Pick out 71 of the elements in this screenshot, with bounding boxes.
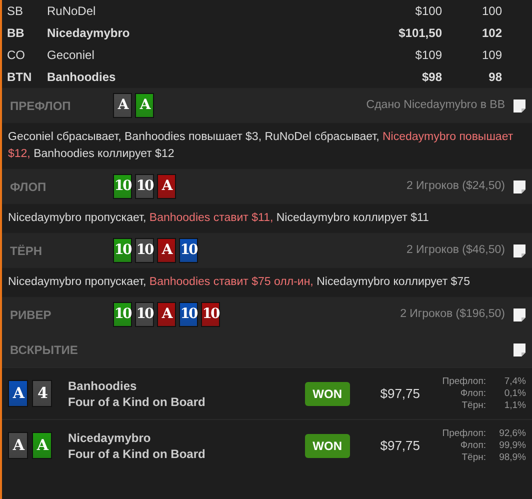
player-stack: $101,50 xyxy=(398,25,442,42)
note-icon[interactable] xyxy=(513,180,526,194)
street-title: ТЁРН xyxy=(10,242,44,260)
action-text: Nicedaymybro пропускает, Banhoodies ставит $75 олл-ин, Nicedaymybro коллирует $75 xyxy=(8,276,470,288)
player-position: CO xyxy=(7,47,26,64)
equity-value: 92,6% xyxy=(498,428,526,440)
equity-label: Флоп: xyxy=(459,440,486,452)
note-icon[interactable] xyxy=(513,342,526,356)
win-amount: $97,75 xyxy=(379,384,420,403)
playing-card: A xyxy=(157,302,176,327)
player-stack: $109 xyxy=(414,47,442,64)
hand-description: Four of a Kind on Board xyxy=(68,446,206,462)
playing-card: 10 xyxy=(135,238,154,263)
equity-value: 7,4% xyxy=(503,376,526,388)
win-amount: $97,75 xyxy=(379,436,420,455)
result-label: WON xyxy=(304,382,350,406)
street-title: ПРЕФЛОП xyxy=(10,98,72,114)
equity-label: Префлоп: xyxy=(441,376,486,388)
note-icon[interactable] xyxy=(513,308,526,322)
player-name: Banhoodies xyxy=(47,69,117,86)
player-name: RuNoDel xyxy=(47,3,97,20)
playing-card: 10 xyxy=(179,302,198,327)
result-label: WON xyxy=(304,434,350,458)
playing-card: 4 xyxy=(32,380,52,407)
playing-card: 10 xyxy=(201,302,220,327)
playing-card: A xyxy=(113,93,132,118)
street-title: ВСКРЫТИЕ xyxy=(10,342,79,358)
equity-value: 0,1% xyxy=(503,388,526,400)
equity-value: 99,9% xyxy=(498,440,526,452)
player-name: Banhoodies xyxy=(68,378,138,394)
player-position: BB xyxy=(7,25,26,42)
playing-card: 10 xyxy=(135,174,154,199)
playing-card: 10 xyxy=(135,302,154,327)
player-stack: $98 xyxy=(420,69,442,86)
equity-value: 1,1% xyxy=(503,400,526,412)
street-info: 2 Игроков ($196,50) xyxy=(400,306,505,322)
playing-card: A xyxy=(135,93,154,118)
note-icon[interactable] xyxy=(513,244,526,258)
playing-card: A xyxy=(8,432,28,459)
note-icon[interactable] xyxy=(513,98,526,112)
equity-label: Префлоп: xyxy=(441,428,486,440)
street-title: ФЛОП xyxy=(10,178,48,196)
player-position: SB xyxy=(7,3,24,20)
playing-card: 10 xyxy=(179,238,198,263)
street-title: РИВЕР xyxy=(10,306,52,324)
player-big-blinds: 98 xyxy=(488,69,502,86)
player-stack: $100 xyxy=(414,3,442,20)
player-name: Nicedaymybro xyxy=(47,25,131,42)
equity-label: Тёрн: xyxy=(460,400,486,412)
player-name: Geconiel xyxy=(47,47,96,64)
equity-label: Флоп: xyxy=(459,388,486,400)
playing-card: A xyxy=(157,174,176,199)
playing-card: 10 xyxy=(113,302,132,327)
playing-card: 10 xyxy=(113,174,132,199)
equity-label: Тёрн: xyxy=(460,452,486,464)
player-name: Nicedaymybro xyxy=(68,430,152,446)
street-info: 2 Игроков ($46,50) xyxy=(406,242,505,258)
playing-card: A xyxy=(157,238,176,263)
street-info: 2 Игроков ($24,50) xyxy=(406,178,505,194)
hand-description: Four of a Kind on Board xyxy=(68,394,206,410)
playing-card: A xyxy=(8,380,28,407)
playing-card: A xyxy=(32,432,52,459)
player-big-blinds: 109 xyxy=(480,47,502,64)
action-text: Geconiel сбрасывает, Banhoodies повышает $3, RuNoDel сбрасывает, Nicedaymybro повышает $12, Banhoodies коллирует $12 xyxy=(8,131,514,160)
player-big-blinds: 100 xyxy=(480,3,502,20)
equity-value: 98,9% xyxy=(498,452,526,464)
player-position: BTN xyxy=(7,69,33,86)
player-big-blinds: 102 xyxy=(480,25,502,42)
playing-card: 10 xyxy=(113,238,132,263)
action-text: Nicedaymybro пропускает, Banhoodies ставит $11, Nicedaymybro коллирует $11 xyxy=(8,212,429,224)
street-info: Сдано Nicedaymybro в BB xyxy=(366,98,505,113)
